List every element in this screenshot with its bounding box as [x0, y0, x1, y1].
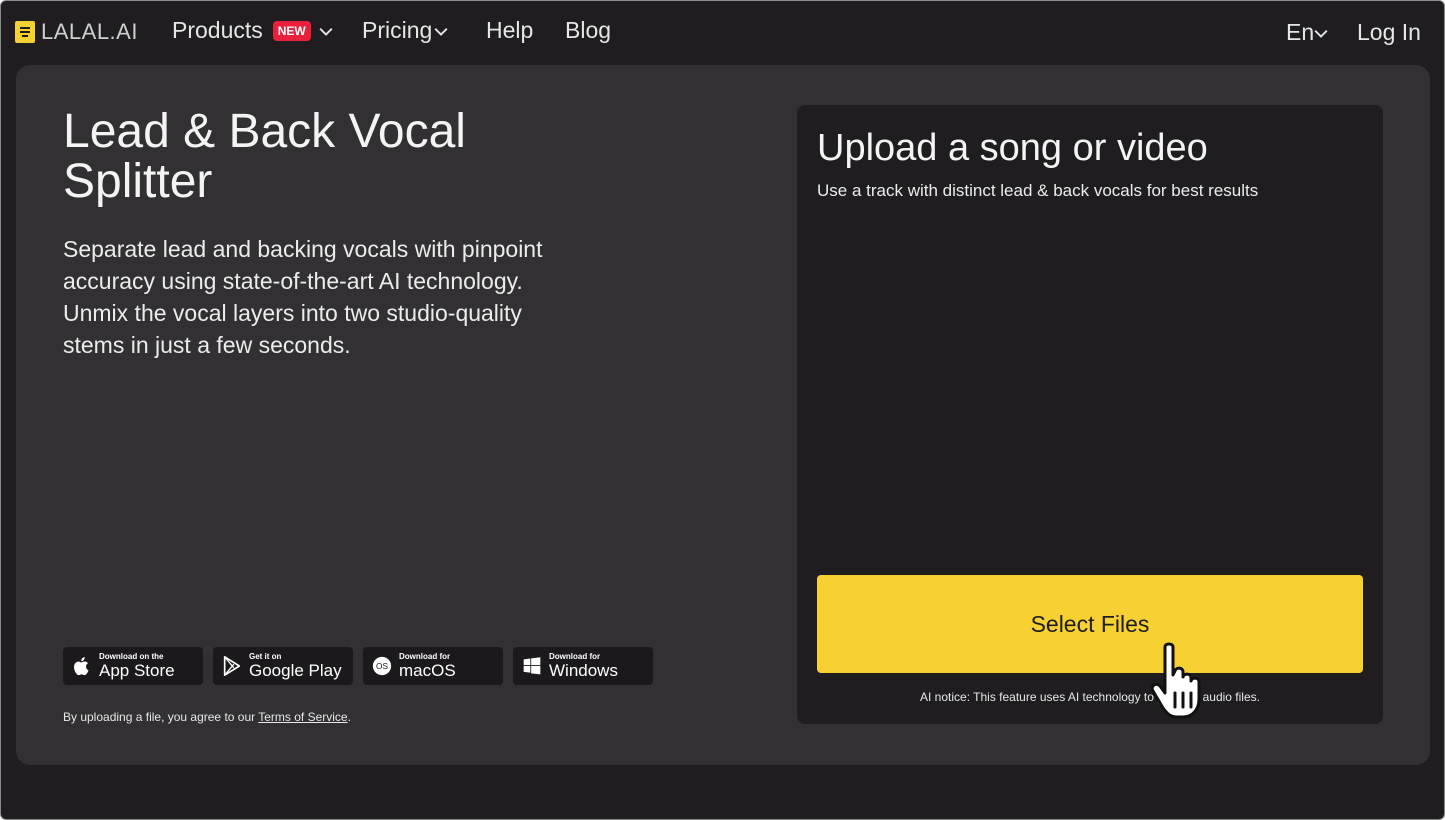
store-big-text: macOS: [399, 661, 456, 680]
upload-panel[interactable]: Upload a song or video Use a track with …: [797, 105, 1383, 724]
store-small-text: Download on the: [99, 652, 164, 661]
new-badge: NEW: [272, 20, 311, 41]
browser-frame: LALAL.AI Products NEW Pricing Help Blog …: [0, 0, 1445, 820]
terms-prefix: By uploading a file, you agree to our: [63, 710, 259, 724]
language-label: En: [1286, 19, 1315, 45]
nav-blog-label: Blog: [565, 17, 612, 43]
hero-description: Separate lead and backing vocals with pi…: [63, 236, 543, 358]
store-buttons: Download on the App Store Get it on Goog…: [63, 647, 653, 685]
store-small-text: Download for: [549, 652, 601, 661]
login-link[interactable]: Log In: [1357, 19, 1421, 46]
store-big-text: App Store: [99, 661, 175, 680]
nav-products-label: Products: [172, 17, 263, 43]
app-store-button[interactable]: Download on the App Store: [63, 647, 203, 685]
nav-pricing-label: Pricing: [362, 17, 433, 43]
upload-title: Upload a song or video: [817, 127, 1208, 169]
page-title: Lead & Back Vocal Splitter: [63, 105, 466, 208]
windows-icon: [521, 655, 543, 677]
chevron-down-icon: [1314, 29, 1328, 38]
windows-button[interactable]: Download for Windows: [513, 647, 653, 685]
macos-icon: OS: [371, 655, 393, 677]
select-files-button[interactable]: Select Files: [817, 575, 1363, 673]
macos-button[interactable]: OS Download for macOS: [363, 647, 503, 685]
terms-suffix: .: [347, 710, 351, 724]
nav-pricing[interactable]: Pricing: [362, 17, 448, 44]
logo-icon: [15, 21, 35, 43]
apple-icon: [71, 655, 93, 677]
terms-of-service-link[interactable]: Terms of Service: [258, 710, 347, 724]
top-nav: LALAL.AI Products NEW Pricing Help Blog …: [1, 1, 1444, 61]
google-play-icon: [221, 655, 243, 677]
hand-cursor-icon: [1150, 642, 1201, 719]
login-label: Log In: [1357, 19, 1421, 45]
nav-help-label: Help: [486, 17, 534, 43]
svg-text:OS: OS: [376, 662, 388, 671]
google-play-button[interactable]: Get it on Google Play: [213, 647, 353, 685]
nav-help[interactable]: Help: [486, 17, 533, 44]
upload-subtitle: Use a track with distinct lead & back vo…: [817, 181, 1259, 200]
store-small-text: Download for: [399, 652, 451, 661]
store-big-text: Windows: [549, 661, 618, 680]
nav-blog[interactable]: Blog: [565, 17, 611, 44]
language-selector[interactable]: En: [1286, 19, 1328, 46]
logo-text: LALAL.AI: [41, 19, 138, 44]
nav-products[interactable]: Products NEW: [172, 17, 333, 44]
ai-notice: AI notice: This feature uses AI technolo…: [920, 690, 1260, 704]
store-small-text: Get it on: [249, 652, 282, 661]
store-big-text: Google Play: [249, 661, 342, 680]
logo[interactable]: LALAL.AI: [15, 19, 138, 45]
chevron-down-icon: [319, 27, 333, 36]
terms-notice: By uploading a file, you agree to our Te…: [63, 710, 351, 724]
chevron-down-icon: [434, 27, 448, 36]
